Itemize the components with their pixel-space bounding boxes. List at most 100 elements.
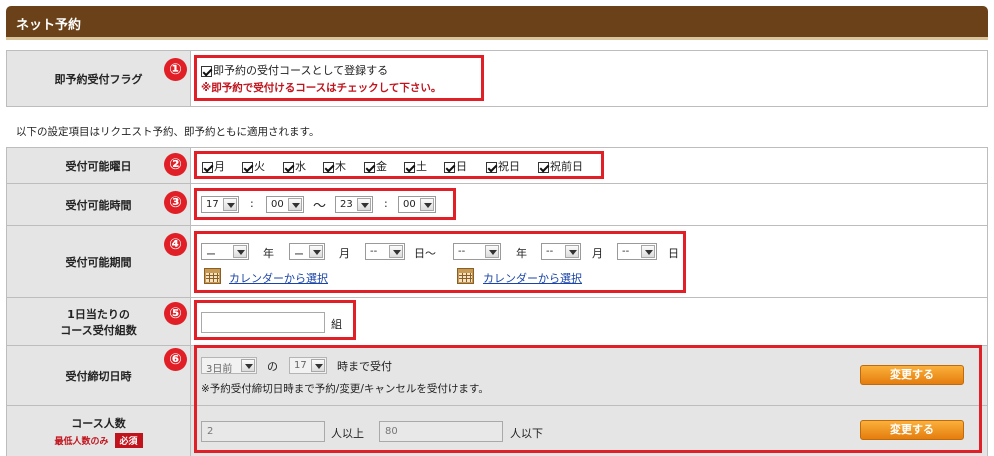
end-hour-select[interactable]: 23 <box>335 196 373 213</box>
from-day-value: -- <box>370 246 378 257</box>
checkbox-mon[interactable] <box>202 161 213 173</box>
people-max-input[interactable]: 80 <box>379 421 503 442</box>
checkbox-tue[interactable] <box>242 161 253 173</box>
marker-2: ② <box>164 153 187 176</box>
checkbox-holiday[interactable] <box>486 161 497 173</box>
chevron-down-icon <box>420 198 434 211</box>
instant-flag-label: 即予約受付フラグ <box>6 50 191 107</box>
chevron-down-icon <box>223 198 237 211</box>
day-mon[interactable]: 月 <box>202 158 225 174</box>
to-year-value: -- <box>458 246 466 257</box>
calendar-icon[interactable] <box>204 268 221 284</box>
checkbox-sun[interactable] <box>444 161 455 173</box>
chevron-down-icon <box>357 198 371 211</box>
day-thu[interactable]: 木 <box>323 158 346 174</box>
day-sun-label: 日 <box>456 160 467 173</box>
checkbox-sat[interactable] <box>404 161 415 173</box>
instant-flag-checkbox-row[interactable]: 即予約の受付コースとして登録する <box>201 62 388 78</box>
from-day-select[interactable]: -- <box>365 243 405 260</box>
from-year-select[interactable]: ー <box>201 243 249 261</box>
panel-header: ネット予約 <box>6 6 988 40</box>
day-sun[interactable]: 日 <box>444 158 467 174</box>
marker-3: ③ <box>164 191 187 214</box>
period-label: 受付可能期間 <box>6 225 191 298</box>
deadline-note: ※予約受付締切日時まで予約/変更/キャンセルを受付けます。 <box>201 383 489 395</box>
start-hour-value: 17 <box>206 199 219 210</box>
instant-flag-checkbox[interactable] <box>201 65 212 77</box>
from-day-unit: 日〜 <box>414 247 436 260</box>
from-month-select[interactable]: ー <box>289 243 325 261</box>
chevron-down-icon <box>485 245 499 258</box>
deadline-connector: の <box>267 360 278 373</box>
settings-note: 以下の設定項目はリクエスト予約、即予約ともに適用されます。 <box>16 126 320 138</box>
to-day-select[interactable]: -- <box>617 243 657 260</box>
deadline-hour-select[interactable]: 17 <box>289 357 327 374</box>
hours-colon-2: : <box>384 197 388 210</box>
from-month-value: ー <box>294 250 304 261</box>
day-sat-label: 土 <box>416 160 427 173</box>
from-year-value: ー <box>206 250 216 261</box>
to-day-value: -- <box>622 246 630 257</box>
deadline-day-select[interactable]: 3日前 <box>201 357 257 375</box>
groups-label: 1日当たりの コース受付組数 <box>6 297 191 346</box>
marker-6: ⑥ <box>164 348 187 371</box>
chevron-down-icon <box>288 198 302 211</box>
instant-flag-checkbox-label: 即予約の受付コースとして登録する <box>213 64 389 77</box>
people-change-button[interactable]: 変更する <box>860 420 964 440</box>
chevron-down-icon <box>641 245 655 258</box>
to-day-unit: 日 <box>668 247 679 260</box>
chevron-down-icon <box>309 245 323 258</box>
chevron-down-icon <box>311 359 325 372</box>
to-month-select[interactable]: -- <box>541 243 581 260</box>
day-pre-holiday[interactable]: 祝前日 <box>538 158 583 174</box>
to-year-unit: 年 <box>516 247 527 260</box>
people-min-input[interactable]: 2 <box>201 421 325 442</box>
day-mon-label: 月 <box>214 160 225 173</box>
from-calendar-link[interactable]: カレンダーから選択 <box>229 270 328 286</box>
start-min-select[interactable]: 00 <box>266 196 304 213</box>
from-month-unit: 月 <box>339 247 350 260</box>
hours-tilde: 〜 <box>313 199 327 214</box>
from-year-unit: 年 <box>263 247 274 260</box>
chevron-down-icon <box>389 245 403 258</box>
day-fri[interactable]: 金 <box>364 158 387 174</box>
day-wed[interactable]: 水 <box>283 158 306 174</box>
start-hour-select[interactable]: 17 <box>201 196 239 213</box>
day-wed-label: 水 <box>295 160 306 173</box>
required-badge: 必須 <box>114 433 143 448</box>
day-tue[interactable]: 火 <box>242 158 265 174</box>
marker-1: ① <box>164 58 187 81</box>
checkbox-pre-holiday[interactable] <box>538 161 549 173</box>
deadline-change-button[interactable]: 変更する <box>860 365 964 385</box>
checkbox-fri[interactable] <box>364 161 375 173</box>
groups-label-line1: 1日当たりの <box>67 307 130 321</box>
groups-input[interactable] <box>201 312 325 333</box>
day-holiday[interactable]: 祝日 <box>486 158 520 174</box>
calendar-icon[interactable] <box>457 268 474 284</box>
groups-label-line2: コース受付組数 <box>60 323 137 337</box>
day-sat[interactable]: 土 <box>404 158 427 174</box>
day-fri-label: 金 <box>376 160 387 173</box>
people-max-suffix: 人以下 <box>510 427 543 440</box>
deadline-day-value: 3日前 <box>206 364 233 375</box>
people-min-suffix: 人以上 <box>331 427 364 440</box>
to-calendar-link[interactable]: カレンダーから選択 <box>483 270 582 286</box>
checkbox-thu[interactable] <box>323 161 334 173</box>
marker-4: ④ <box>164 233 187 256</box>
deadline-suffix: 時まで受付 <box>337 360 392 373</box>
groups-unit: 組 <box>331 318 342 331</box>
start-min-value: 00 <box>271 199 284 210</box>
to-year-select[interactable]: -- <box>453 243 501 260</box>
people-label-cell: コース人数 最低人数のみ 必須 <box>6 405 191 456</box>
chevron-down-icon <box>233 245 247 258</box>
hours-label: 受付可能時間 <box>6 183 191 226</box>
deadline-label: 受付締切日時 <box>6 345 191 406</box>
day-thu-label: 木 <box>335 160 346 173</box>
end-min-value: 00 <box>403 199 416 210</box>
panel-title: ネット予約 <box>16 18 82 33</box>
weekdays-label: 受付可能曜日 <box>6 147 191 184</box>
end-min-select[interactable]: 00 <box>398 196 436 213</box>
chevron-down-icon <box>565 245 579 258</box>
instant-flag-table: 即予約受付フラグ <box>6 50 988 107</box>
checkbox-wed[interactable] <box>283 161 294 173</box>
